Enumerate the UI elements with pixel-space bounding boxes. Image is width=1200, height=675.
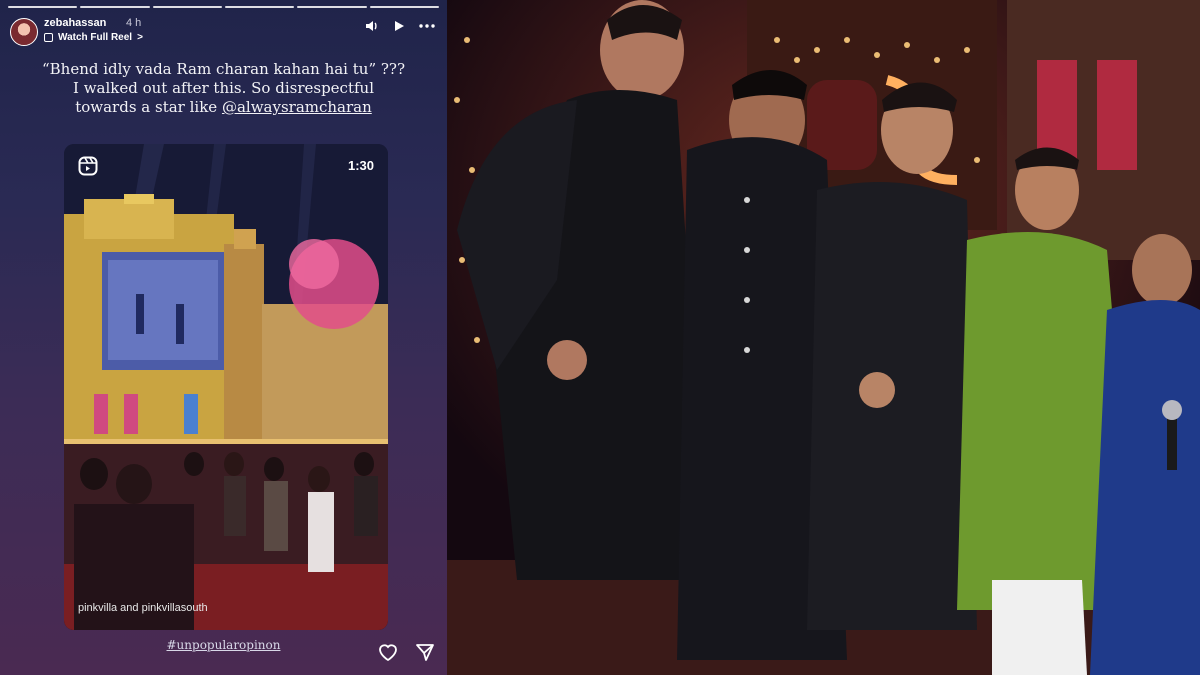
avatar[interactable] [10,18,38,46]
progress-segment [224,6,295,8]
story-header: zebahassan 4 h Watch Full Reel > [8,14,439,48]
progress-segment [152,6,222,8]
progress-segment [369,6,439,8]
story-progress-bar [8,6,439,8]
reel-watermark: pinkvilla and pinkvillasouth [78,602,208,614]
caption-text: towards a star like [75,98,222,116]
story-username[interactable]: zebahassan [44,17,106,29]
heart-icon[interactable] [377,642,399,667]
more-icon[interactable] [419,24,435,28]
volume-icon[interactable] [365,20,379,32]
reel-icon [44,33,53,42]
progress-segment [8,6,78,8]
play-icon[interactable] [393,20,405,32]
caption-line: “Bhend idly vada Ram charan kahan hai tu… [41,60,406,78]
reel-icon [78,156,98,181]
event-photo-illustration [447,0,1200,675]
watch-full-reel-link[interactable]: Watch Full Reel > [44,32,143,43]
instagram-story-panel: zebahassan 4 h Watch Full Reel > “Bhend … [0,0,447,675]
send-icon[interactable] [415,642,435,667]
event-photo [447,0,1200,675]
reel-thumbnail [64,144,388,630]
story-caption: “Bhend idly vada Ram charan kahan hai tu… [20,60,427,117]
progress-segment [297,6,367,8]
watch-full-reel-label: Watch Full Reel [58,32,133,43]
caption-line: towards a star like @alwaysramcharan [20,98,427,117]
mention-link[interactable]: @alwaysramcharan [222,98,372,116]
chevron-right-icon: > [137,32,143,43]
story-time-ago: 4 h [126,17,142,29]
caption-line: I walked out after this. So disrespectfu… [73,79,374,97]
shared-reel-card[interactable]: 1:30 pinkvilla and pinkvillasouth [64,144,388,630]
progress-segment [80,6,150,8]
reel-duration: 1:30 [347,158,374,173]
story-actions [377,642,435,667]
